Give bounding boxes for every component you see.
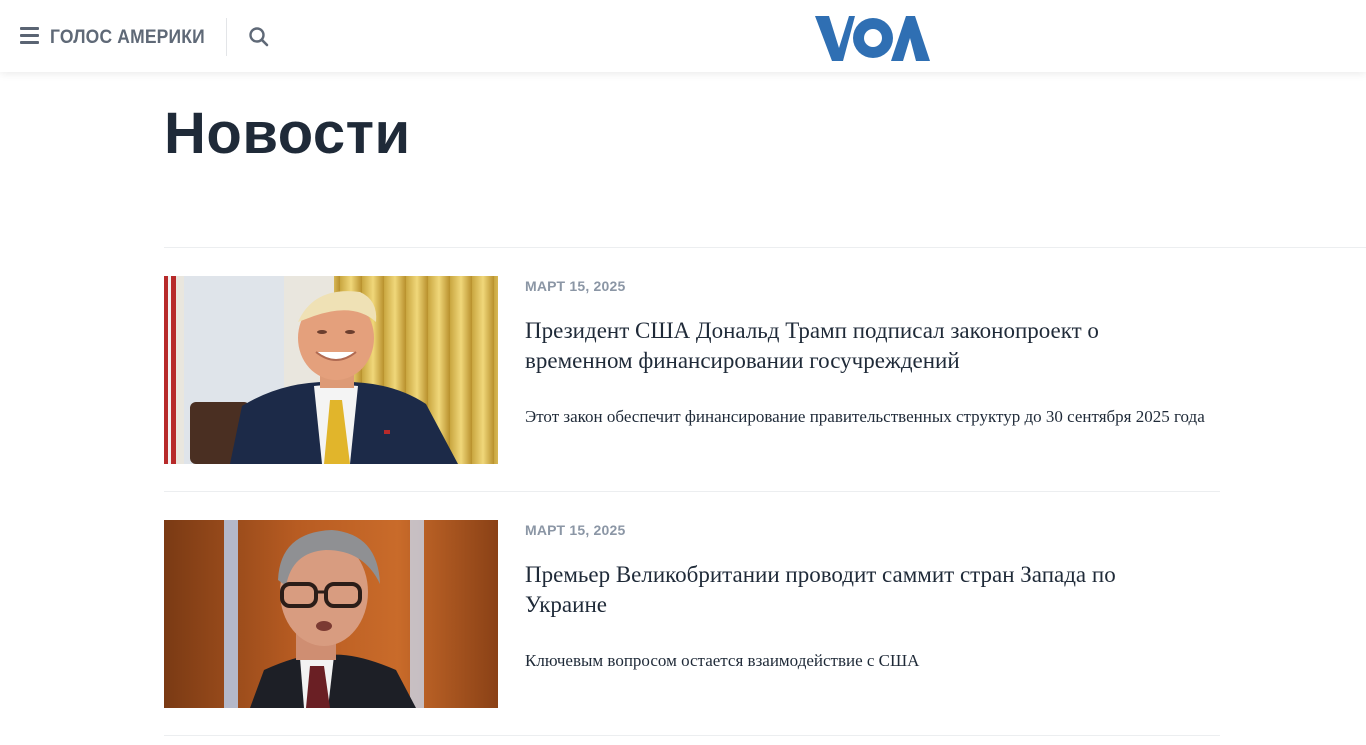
- search-icon[interactable]: [247, 25, 271, 49]
- site-header: ГОЛОС АМЕРИКИ: [0, 0, 1366, 72]
- voa-logo[interactable]: [815, 14, 931, 62]
- article-headline[interactable]: Премьер Великобритании проводит саммит с…: [525, 560, 1165, 620]
- article-date: МАРТ 15, 2025: [525, 278, 626, 294]
- page-title: Новости: [164, 101, 411, 166]
- article-thumbnail[interactable]: [164, 520, 498, 708]
- article-headline[interactable]: Президент США Дональд Трамп подписал зак…: [525, 316, 1165, 376]
- article-item[interactable]: МАРТ 15, 2025 Премьер Великобритании про…: [164, 520, 1220, 708]
- article-teaser: Этот закон обеспечит финансирование прав…: [525, 407, 1205, 426]
- divider: [164, 247, 1366, 248]
- hamburger-menu-icon[interactable]: [20, 27, 39, 44]
- header-divider: [226, 18, 227, 56]
- site-name-link[interactable]: ГОЛОС АМЕРИКИ: [50, 27, 205, 49]
- article-thumbnail[interactable]: [164, 276, 498, 464]
- article-date: МАРТ 15, 2025: [525, 522, 626, 538]
- divider: [164, 735, 1220, 736]
- article-teaser: Ключевым вопросом остается взаимодействи…: [525, 651, 920, 670]
- divider: [164, 491, 1220, 492]
- article-item[interactable]: МАРТ 15, 2025 Президент США Дональд Трам…: [164, 276, 1220, 464]
